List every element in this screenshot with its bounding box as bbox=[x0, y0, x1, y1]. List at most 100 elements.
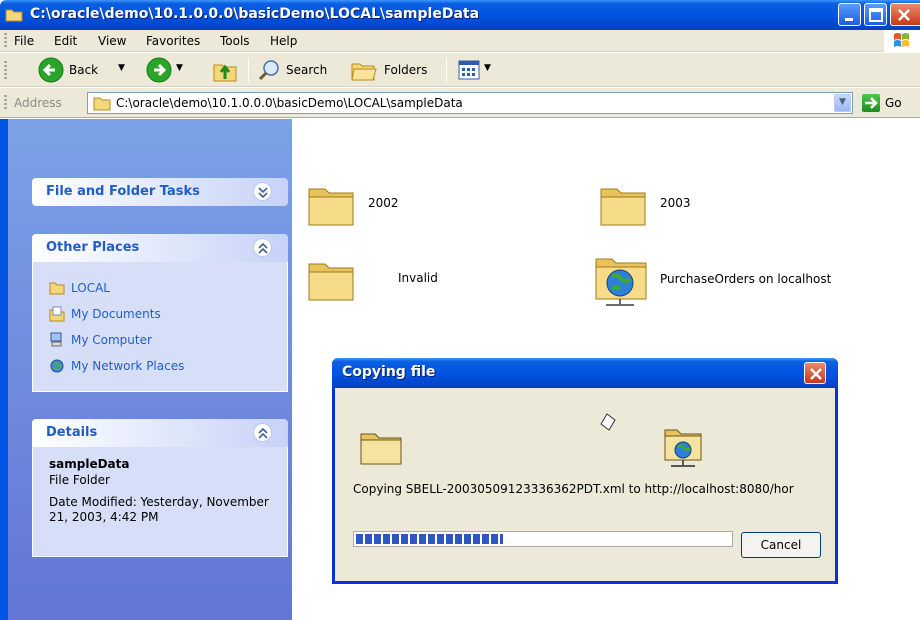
dialog-close-button[interactable] bbox=[804, 362, 826, 384]
copy-progress-bar bbox=[353, 531, 733, 547]
minimize-button[interactable] bbox=[838, 3, 861, 26]
details-item-name: sampleData bbox=[49, 457, 130, 471]
toolbar-grip[interactable] bbox=[4, 61, 7, 79]
chevron-down-icon[interactable]: ▼ bbox=[118, 63, 125, 73]
chevron-down-icon[interactable]: ▼ bbox=[484, 63, 491, 73]
minimize-icon bbox=[845, 18, 853, 21]
file-name: 2002 bbox=[368, 196, 399, 210]
panel-title: File and Folder Tasks bbox=[46, 184, 200, 199]
cancel-button[interactable]: Cancel bbox=[741, 532, 821, 558]
standard-toolbar: Back ▼ ▼ Search Folders ▼ bbox=[0, 53, 920, 87]
web-folder-item-purchaseorders[interactable]: PurchaseOrders on localhost bbox=[590, 247, 910, 313]
folders-icon bbox=[351, 63, 377, 81]
folder-item-2003[interactable]: 2003 bbox=[598, 179, 818, 231]
menu-bar: File Edit View Favorites Tools Help bbox=[0, 30, 920, 52]
place-label: My Computer bbox=[71, 333, 152, 347]
file-folder-tasks-header[interactable]: File and Folder Tasks bbox=[32, 178, 288, 206]
web-folder-icon bbox=[595, 258, 647, 306]
place-label: LOCAL bbox=[71, 281, 110, 295]
expand-button[interactable] bbox=[253, 182, 272, 201]
back-button[interactable]: Back ▼ bbox=[38, 56, 130, 84]
views-button[interactable]: ▼ bbox=[456, 58, 502, 82]
other-places-list: LOCAL My Documents My Computer My Networ… bbox=[32, 262, 288, 392]
chevron-down-icon bbox=[258, 187, 268, 199]
close-button[interactable] bbox=[890, 3, 920, 26]
window-left-border bbox=[0, 119, 8, 620]
menu-file[interactable]: File bbox=[14, 34, 34, 48]
details-item-type: File Folder bbox=[49, 473, 110, 487]
chevron-down-icon[interactable]: ▼ bbox=[176, 63, 183, 73]
chevron-up-icon bbox=[258, 427, 268, 439]
panel-title: Details bbox=[46, 425, 98, 440]
folder-item-2002[interactable]: 2002 bbox=[306, 179, 526, 231]
back-arrow-icon bbox=[38, 57, 64, 83]
folder-item-invalid[interactable]: Invalid bbox=[306, 254, 526, 306]
file-name: PurchaseOrders on localhost bbox=[660, 272, 832, 286]
collapse-button[interactable] bbox=[253, 423, 272, 442]
my-computer-icon bbox=[50, 332, 62, 347]
close-icon bbox=[898, 9, 910, 21]
menu-view[interactable]: View bbox=[98, 34, 126, 48]
close-icon bbox=[810, 368, 822, 380]
maximize-button[interactable] bbox=[864, 3, 887, 26]
menu-edit[interactable]: Edit bbox=[54, 34, 77, 48]
my-documents-icon bbox=[49, 306, 65, 322]
file-name: Invalid bbox=[398, 271, 438, 285]
folder-icon bbox=[49, 282, 65, 295]
search-icon bbox=[258, 60, 279, 81]
go-label[interactable]: Go bbox=[885, 96, 902, 110]
flying-document-icon bbox=[600, 413, 616, 431]
title-bar[interactable]: C:\oracle\demo\10.1.0.0.0\basicDemo\LOCA… bbox=[0, 0, 920, 30]
copy-progress-dialog: Copying file Copying SBELL-2003050912333… bbox=[332, 358, 838, 584]
network-places-icon bbox=[50, 359, 64, 373]
toolbar-separator bbox=[248, 58, 249, 82]
folders-label: Folders bbox=[384, 63, 428, 77]
folder-icon bbox=[308, 263, 354, 301]
panel-title: Other Places bbox=[46, 240, 140, 255]
forward-button[interactable]: ▼ bbox=[146, 56, 186, 84]
windows-logo bbox=[884, 30, 920, 52]
up-folder-icon[interactable] bbox=[212, 57, 238, 83]
toolbar-grip[interactable] bbox=[4, 33, 7, 49]
place-label: My Network Places bbox=[71, 359, 185, 373]
menu-favorites[interactable]: Favorites bbox=[146, 34, 200, 48]
copy-status-text: Copying SBELL-20030509123336362PDT.xml t… bbox=[353, 482, 794, 496]
search-label: Search bbox=[286, 63, 328, 77]
menu-tools[interactable]: Tools bbox=[220, 34, 250, 48]
address-input[interactable]: C:\oracle\demo\10.1.0.0.0\basicDemo\LOCA… bbox=[87, 92, 853, 114]
dialog-title: Copying file bbox=[342, 364, 436, 380]
other-places-header[interactable]: Other Places bbox=[32, 234, 288, 262]
chevron-up-icon bbox=[258, 242, 268, 254]
chevron-down-icon: ▼ bbox=[839, 97, 846, 107]
details-panel: sampleData File Folder Date Modified: Ye… bbox=[32, 447, 288, 557]
address-bar: Address C:\oracle\demo\10.1.0.0.0\basicD… bbox=[0, 88, 920, 118]
place-label: My Documents bbox=[71, 307, 161, 321]
folder-icon bbox=[308, 188, 354, 226]
details-header[interactable]: Details bbox=[32, 419, 288, 447]
dialog-title-bar[interactable]: Copying file bbox=[332, 358, 838, 388]
maximize-icon bbox=[869, 8, 883, 22]
collapse-button[interactable] bbox=[253, 238, 272, 257]
folder-icon bbox=[600, 188, 646, 226]
folder-icon bbox=[93, 97, 111, 111]
details-date-modified: Date Modified: Yesterday, November 21, 2… bbox=[49, 495, 269, 524]
address-value: C:\oracle\demo\10.1.0.0.0\basicDemo\LOCA… bbox=[116, 96, 463, 110]
address-dropdown-button[interactable]: ▼ bbox=[834, 94, 851, 112]
folders-button[interactable]: Folders bbox=[350, 56, 440, 84]
toolbar-separator bbox=[446, 58, 447, 82]
back-label: Back bbox=[69, 63, 99, 77]
folder-icon bbox=[5, 9, 23, 22]
source-folder-icon bbox=[360, 433, 402, 465]
destination-web-folder-icon bbox=[664, 429, 702, 467]
address-label: Address bbox=[14, 96, 62, 110]
search-button[interactable]: Search bbox=[258, 56, 340, 84]
task-pane: File and Folder Tasks Other Places LOCAL… bbox=[8, 119, 292, 620]
file-name: 2003 bbox=[660, 196, 691, 210]
views-icon bbox=[458, 60, 480, 80]
toolbar-grip[interactable] bbox=[4, 95, 7, 111]
progress-fill bbox=[356, 534, 504, 544]
go-arrow-icon bbox=[865, 97, 878, 109]
menu-help[interactable]: Help bbox=[270, 34, 297, 48]
window-title: C:\oracle\demo\10.1.0.0.0\basicDemo\LOCA… bbox=[30, 6, 480, 22]
go-button[interactable] bbox=[862, 94, 880, 112]
